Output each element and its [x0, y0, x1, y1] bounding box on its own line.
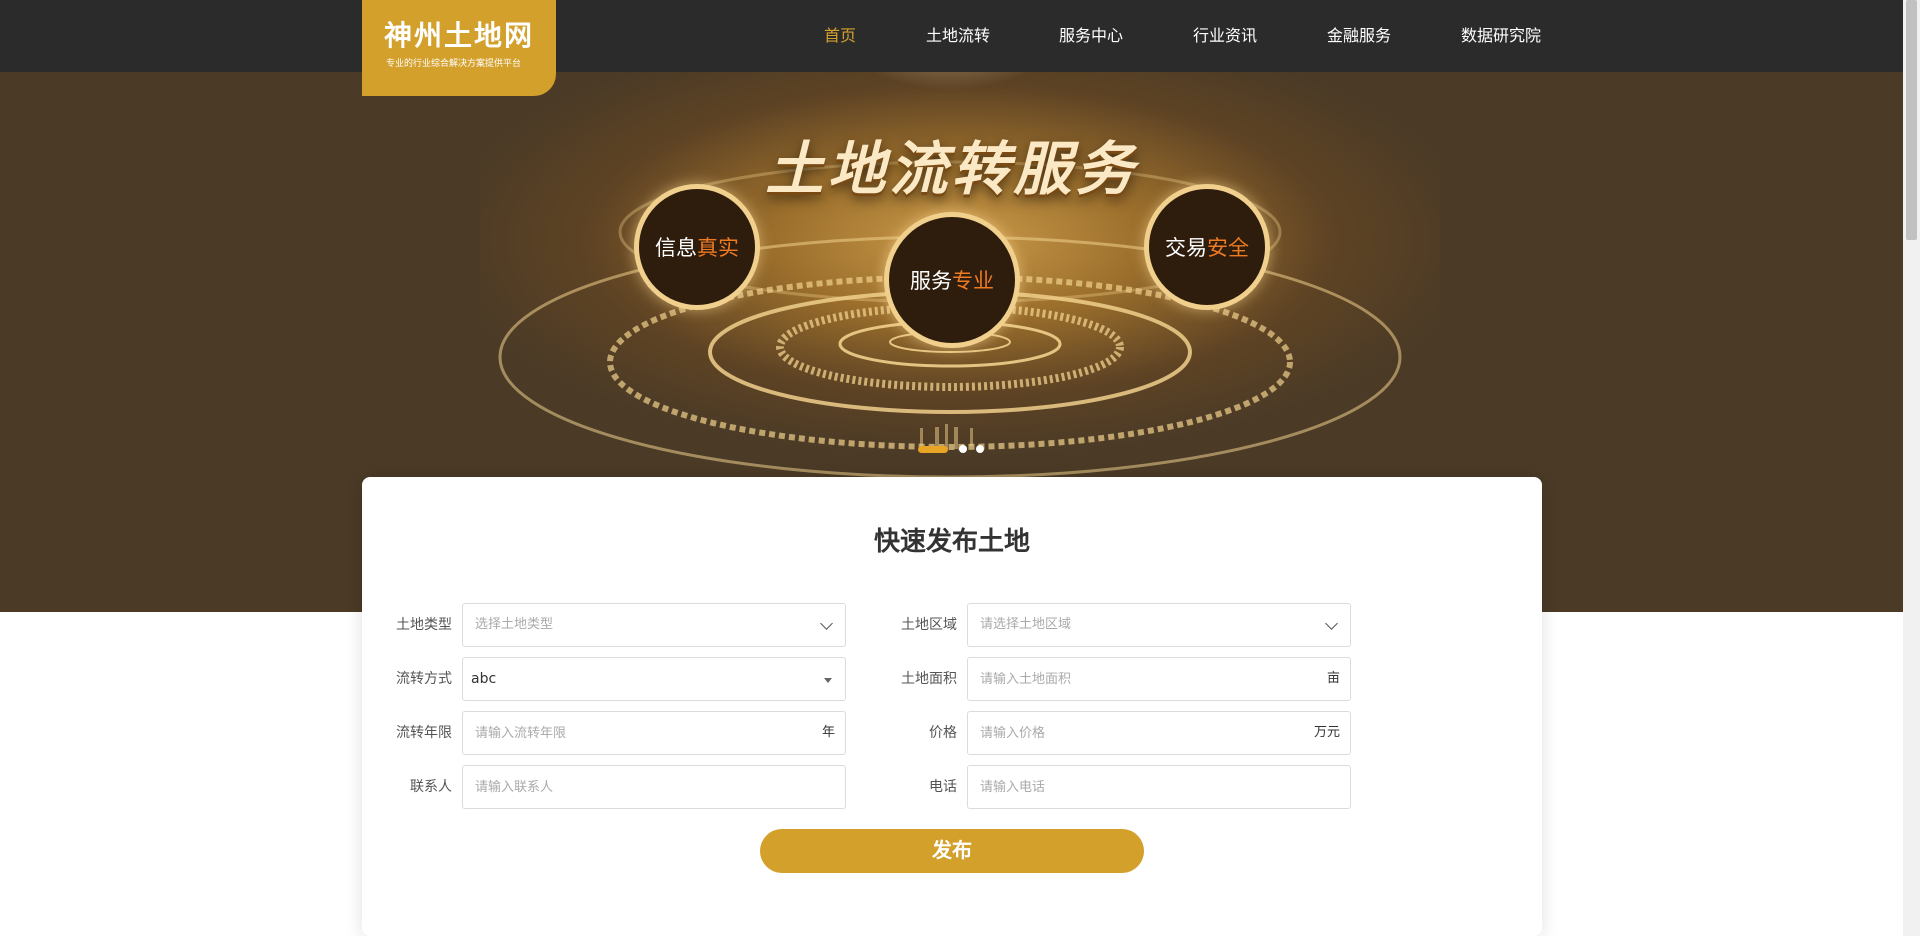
land-region-placeholder: 请选择土地区域 [980, 617, 1072, 632]
form-title: 快速发布土地 [873, 527, 1030, 557]
publish-button[interactable]: 发布 [760, 829, 1144, 873]
top-navbar: 首页 土地流转 服务中心 行业资讯 金融服务 数据研究院 [0, 0, 1903, 72]
badge-service-professional: 服务 专业 [884, 212, 1020, 348]
phone-label: 电话 [929, 779, 957, 795]
transfer-years-input[interactable] [463, 712, 845, 754]
badge-trade-secure: 交易 安全 [1144, 184, 1270, 310]
hero-title: 土地流转服务 [765, 135, 1138, 203]
transfer-years-unit: 年 [821, 725, 835, 740]
field-transfer-method: 流转方式 abc [362, 657, 846, 701]
field-price: 价格 万元 [867, 711, 1351, 755]
contact-label: 联系人 [410, 779, 452, 795]
phone-input[interactable] [968, 766, 1350, 808]
page: 首页 土地流转 服务中心 行业资讯 金融服务 数据研究院 神州土地网 专业的行业… [0, 0, 1903, 936]
price-label: 价格 [929, 725, 957, 741]
nav-service-center[interactable]: 服务中心 [1059, 0, 1123, 72]
quick-publish-card: 快速发布土地 土地类型 选择土地类型 土地区域 请选择土地区域 流转方式 abc [362, 477, 1542, 936]
badge-text-plain: 服务 [910, 269, 952, 293]
land-region-select[interactable]: 请选择土地区域 [967, 603, 1351, 647]
field-land-area: 土地面积 亩 [867, 657, 1351, 701]
price-input-box: 万元 [967, 711, 1351, 755]
nav-financial-services[interactable]: 金融服务 [1327, 0, 1391, 72]
site-logo[interactable]: 神州土地网 专业的行业综合解决方案提供平台 [362, 0, 556, 96]
badge-text-plain: 信息 [655, 236, 697, 260]
badge-text-highlight: 专业 [952, 269, 994, 293]
land-type-placeholder: 选择土地类型 [475, 617, 554, 632]
transfer-years-label: 流转年限 [396, 725, 452, 741]
price-unit: 万元 [1313, 725, 1340, 740]
land-type-label: 土地类型 [396, 617, 452, 633]
field-contact: 联系人 [362, 765, 846, 809]
badge-text-plain: 交易 [1165, 236, 1207, 260]
caret-down-icon [824, 678, 832, 683]
land-area-input-box: 亩 [967, 657, 1351, 701]
nav-data-institute[interactable]: 数据研究院 [1461, 0, 1541, 72]
carousel-dot-2[interactable] [959, 445, 967, 453]
badge-text-highlight: 真实 [697, 236, 739, 260]
logo-title: 神州土地网 [384, 19, 535, 52]
land-type-select[interactable]: 选择土地类型 [462, 603, 846, 647]
badge-text-highlight: 安全 [1207, 236, 1249, 260]
chevron-down-icon [1325, 617, 1338, 630]
phone-input-box [967, 765, 1351, 809]
logo-subtitle: 专业的行业综合解决方案提供平台 [386, 59, 522, 69]
carousel-dot-3[interactable] [976, 445, 984, 453]
transfer-method-value: abc [471, 671, 497, 687]
nav-industry-news[interactable]: 行业资讯 [1193, 0, 1257, 72]
contact-input[interactable] [463, 766, 845, 808]
field-phone: 电话 [867, 765, 1351, 809]
field-transfer-years: 流转年限 年 [362, 711, 846, 755]
transfer-years-input-box: 年 [462, 711, 846, 755]
badge-info-authentic: 信息 真实 [634, 184, 760, 310]
land-area-input[interactable] [968, 658, 1350, 700]
field-land-region: 土地区域 请选择土地区域 [867, 603, 1351, 647]
field-land-type: 土地类型 选择土地类型 [362, 603, 846, 647]
price-input[interactable] [968, 712, 1350, 754]
land-area-unit: 亩 [1326, 671, 1340, 686]
nav-land-transfer[interactable]: 土地流转 [926, 0, 990, 72]
transfer-method-select[interactable]: abc [462, 657, 846, 701]
carousel-dot-1[interactable] [918, 446, 948, 453]
scrollbar-thumb[interactable] [1906, 0, 1917, 240]
land-area-label: 土地面积 [901, 671, 957, 687]
page-scrollbar[interactable] [1903, 0, 1920, 936]
land-region-label: 土地区域 [901, 617, 957, 633]
contact-input-box [462, 765, 846, 809]
nav-home[interactable]: 首页 [824, 0, 856, 72]
transfer-method-label: 流转方式 [396, 671, 452, 687]
chevron-down-icon [820, 617, 833, 630]
